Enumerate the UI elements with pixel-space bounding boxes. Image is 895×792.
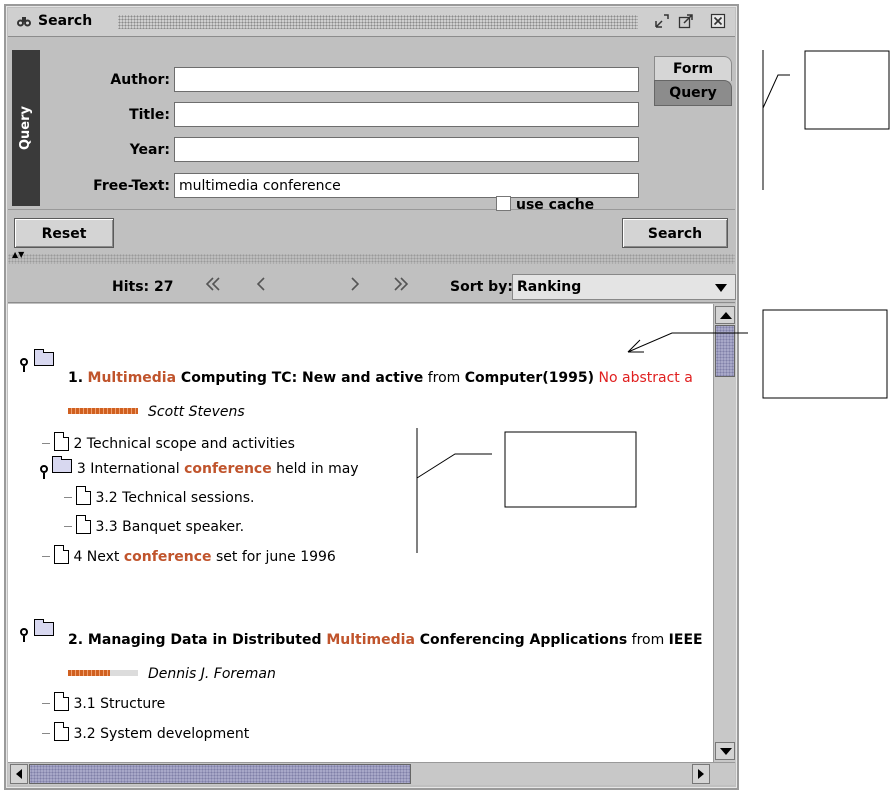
annotation-callout-tree <box>416 428 492 553</box>
annotation-arrow-noabstract <box>627 332 748 353</box>
annotation-overlay <box>416 50 890 553</box>
annotation-box-query <box>804 50 890 130</box>
annotation-box-tree <box>504 431 637 508</box>
annotation-box-noabstract <box>762 309 888 399</box>
annotation-callout-query <box>762 50 790 190</box>
